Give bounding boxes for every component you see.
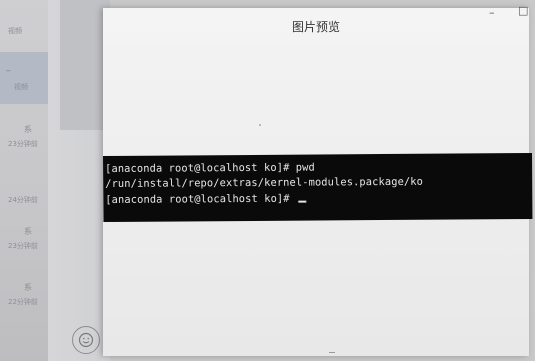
terminal-prompt-line: [anaconda root@localhost ko]# [105, 192, 307, 206]
chat-item-title: 系 [24, 125, 32, 134]
smiley-icon-glyph [78, 332, 94, 348]
chat-list-item[interactable]: 24分钟前 [0, 168, 48, 216]
chat-item-subtitle: 视频 [14, 83, 28, 91]
chat-list-item[interactable]: 系 23分钟前 [0, 214, 48, 262]
chat-item-title: 系 [24, 227, 32, 236]
terminal-photo-region: [anaconda root@localhost ko]# pwd /run/i… [103, 153, 533, 222]
terminal-line: /run/install/repo/extras/kernel-modules.… [105, 175, 424, 190]
chat-conversation-pane [48, 0, 110, 361]
chat-item-time: 24分钟前 [8, 196, 38, 204]
chat-list-item-active[interactable]: _ 视频 [0, 52, 48, 104]
maximize-icon[interactable]: □ [518, 4, 528, 17]
terminal-line: [anaconda root@localhost ko]# pwd [105, 161, 315, 175]
image-speck [259, 124, 261, 126]
window-title: 图片预览 [291, 20, 340, 34]
chat-item-time: 23分钟前 [8, 140, 38, 148]
smiley-icon[interactable] [72, 326, 100, 354]
chat-item-subtitle: 视频 [8, 27, 22, 35]
chat-item-title: 系 [24, 283, 32, 292]
chat-list-item[interactable]: 系 23分钟前 [0, 112, 48, 160]
minimize-icon[interactable]: – [489, 6, 499, 19]
chat-item-time: 22分钟前 [8, 298, 38, 306]
chat-item-title: _ [6, 62, 11, 72]
terminal-prompt: [anaconda root@localhost ko]# [105, 192, 297, 206]
chat-item-time: 23分钟前 [8, 242, 38, 250]
terminal-cursor [297, 200, 307, 203]
chat-list-sidebar: 视频 _ 视频 系 23分钟前 24分钟前 系 23分钟前 系 22分钟前 [0, 0, 48, 361]
image-speck [329, 352, 335, 353]
chat-list-item[interactable]: 系 22分钟前 [0, 270, 48, 318]
chat-list-item[interactable]: 视频 [0, 6, 48, 54]
